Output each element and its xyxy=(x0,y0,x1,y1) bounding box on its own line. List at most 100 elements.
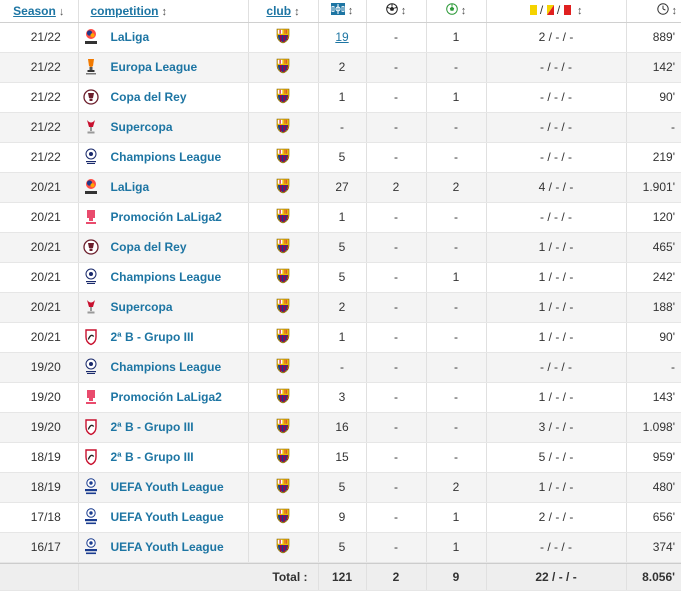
fc-barcelona-crest-icon[interactable] xyxy=(276,358,290,377)
goals-header[interactable]: ↕ xyxy=(365,0,426,23)
copa-del-rey-logo[interactable] xyxy=(82,238,99,256)
competition-cell[interactable]: 2ª B - Grupo III xyxy=(77,442,248,473)
competition-header[interactable]: competition ↕ xyxy=(77,0,248,23)
fc-barcelona-crest-icon[interactable] xyxy=(276,508,290,527)
fc-barcelona-crest-icon[interactable] xyxy=(276,88,290,107)
club-cell[interactable] xyxy=(247,472,318,503)
competition-cell[interactable]: Copa del Rey xyxy=(77,82,248,113)
competition-cell[interactable]: Supercopa xyxy=(77,112,248,143)
competition-cell[interactable]: Europa League xyxy=(77,52,248,83)
competition-link[interactable]: UEFA Youth League xyxy=(111,510,224,524)
promocion-logo[interactable] xyxy=(83,388,99,406)
sort-icon[interactable]: ↕ xyxy=(348,5,354,17)
competition-link[interactable]: Copa del Rey xyxy=(111,90,187,104)
competition-cell[interactable]: 2ª B - Grupo III xyxy=(77,322,248,353)
fc-barcelona-crest-icon[interactable] xyxy=(276,328,290,347)
club-cell[interactable] xyxy=(247,112,318,143)
fc-barcelona-crest-icon[interactable] xyxy=(276,28,290,47)
sort-icon[interactable]: ↕ xyxy=(672,5,678,17)
red-card-icon[interactable] xyxy=(563,4,571,18)
competition-link[interactable]: Europa League xyxy=(111,60,198,74)
promocion-logo[interactable] xyxy=(83,208,99,226)
competition-cell[interactable]: Champions League xyxy=(77,262,248,293)
cards-header[interactable]: / / ↕ xyxy=(485,0,626,23)
club-cell[interactable] xyxy=(247,142,318,173)
appearances-header[interactable]: ↕ xyxy=(317,0,366,23)
fc-barcelona-crest-icon[interactable] xyxy=(276,208,290,227)
competition-cell[interactable]: UEFA Youth League xyxy=(77,502,248,533)
season-header[interactable]: Season ↓ xyxy=(0,0,78,23)
club-cell[interactable] xyxy=(247,442,318,473)
appearances-link[interactable]: 19 xyxy=(335,30,348,44)
season-header-label[interactable]: Season xyxy=(13,4,56,18)
fc-barcelona-crest-icon[interactable] xyxy=(276,388,290,407)
youth-league-logo[interactable] xyxy=(83,508,99,526)
club-cell[interactable] xyxy=(247,232,318,263)
competition-link[interactable]: Champions League xyxy=(111,270,222,284)
fc-barcelona-crest-icon[interactable] xyxy=(276,148,290,167)
sort-down-icon[interactable]: ↓ xyxy=(59,6,65,18)
competition-cell[interactable]: Copa del Rey xyxy=(77,232,248,263)
competition-link[interactable]: LaLiga xyxy=(111,30,150,44)
club-cell[interactable] xyxy=(247,22,318,53)
club-cell[interactable] xyxy=(247,382,318,413)
minutes-header[interactable]: ↕ xyxy=(625,0,681,23)
clock-icon[interactable] xyxy=(656,3,669,18)
competition-cell[interactable]: LaLiga xyxy=(77,22,248,53)
club-cell[interactable] xyxy=(247,322,318,353)
supercopa-logo[interactable] xyxy=(83,118,99,136)
competition-cell[interactable]: Promoción LaLiga2 xyxy=(77,202,248,233)
pitch-icon[interactable] xyxy=(330,3,345,18)
fc-barcelona-crest-icon[interactable] xyxy=(276,298,290,317)
fc-barcelona-crest-icon[interactable] xyxy=(276,118,290,137)
fc-barcelona-crest-icon[interactable] xyxy=(276,238,290,257)
competition-link[interactable]: Promoción LaLiga2 xyxy=(111,210,222,224)
youth-league-logo[interactable] xyxy=(83,538,99,556)
competition-cell[interactable]: Promoción LaLiga2 xyxy=(77,382,248,413)
competition-link[interactable]: 2ª B - Grupo III xyxy=(111,450,194,464)
competition-header-label[interactable]: competition xyxy=(91,4,159,18)
assist-ball-icon[interactable] xyxy=(445,3,458,18)
club-header[interactable]: club ↕ xyxy=(247,0,318,23)
champions-league-logo[interactable] xyxy=(83,148,99,166)
club-cell[interactable] xyxy=(247,412,318,443)
sort-icon[interactable]: ↕ xyxy=(294,6,300,18)
fc-barcelona-crest-icon[interactable] xyxy=(276,178,290,197)
fc-barcelona-crest-icon[interactable] xyxy=(276,538,290,557)
europa-league-logo[interactable] xyxy=(83,58,99,76)
fc-barcelona-crest-icon[interactable] xyxy=(276,448,290,467)
club-cell[interactable] xyxy=(247,532,318,563)
youth-league-logo[interactable] xyxy=(83,478,99,496)
club-cell[interactable] xyxy=(247,292,318,323)
club-cell[interactable] xyxy=(247,202,318,233)
competition-cell[interactable]: 2ª B - Grupo III xyxy=(77,412,248,443)
club-cell[interactable] xyxy=(247,352,318,383)
competition-link[interactable]: UEFA Youth League xyxy=(111,540,224,554)
assists-header[interactable]: ↕ xyxy=(425,0,486,23)
competition-link[interactable]: Champions League xyxy=(111,360,222,374)
sort-icon[interactable]: ↕ xyxy=(162,6,168,18)
laliga-logo[interactable] xyxy=(83,178,99,196)
fc-barcelona-crest-icon[interactable] xyxy=(276,58,290,77)
club-cell[interactable] xyxy=(247,262,318,293)
segunda-b-logo[interactable] xyxy=(83,418,99,436)
competition-cell[interactable]: Supercopa xyxy=(77,292,248,323)
copa-del-rey-logo[interactable] xyxy=(82,88,99,106)
competition-link[interactable]: 2ª B - Grupo III xyxy=(111,330,194,344)
football-icon[interactable] xyxy=(385,3,398,18)
competition-cell[interactable]: LaLiga xyxy=(77,172,248,203)
competition-cell[interactable]: Champions League xyxy=(77,352,248,383)
yellow-card-icon[interactable] xyxy=(529,4,537,18)
supercopa-logo[interactable] xyxy=(83,298,99,316)
fc-barcelona-crest-icon[interactable] xyxy=(276,478,290,497)
club-cell[interactable] xyxy=(247,52,318,83)
competition-link[interactable]: LaLiga xyxy=(111,180,150,194)
competition-link[interactable]: UEFA Youth League xyxy=(111,480,224,494)
competition-cell[interactable]: Champions League xyxy=(77,142,248,173)
sort-icon[interactable]: ↕ xyxy=(577,5,583,17)
competition-cell[interactable]: UEFA Youth League xyxy=(77,472,248,503)
club-header-label[interactable]: club xyxy=(266,4,291,18)
segunda-b-logo[interactable] xyxy=(83,448,99,466)
club-cell[interactable] xyxy=(247,82,318,113)
competition-link[interactable]: Supercopa xyxy=(111,120,173,134)
